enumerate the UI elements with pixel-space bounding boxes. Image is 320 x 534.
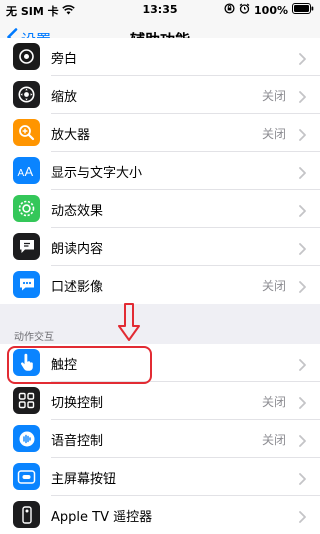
- chevron-right-icon: [299, 202, 306, 221]
- setting-row-voiceover[interactable]: 旁白: [0, 38, 320, 76]
- setting-row-motion[interactable]: 动态效果: [0, 190, 320, 228]
- chevron-right-icon: [299, 508, 306, 527]
- setting-row-audio-description[interactable]: 口述影像 关闭: [0, 266, 320, 304]
- setting-value: 关闭: [261, 433, 286, 447]
- chevron-right-icon: [299, 356, 306, 375]
- setting-label: 语音控制: [51, 434, 104, 449]
- setting-row-apple-tv-remote[interactable]: Apple TV 遥控器: [0, 496, 320, 534]
- text-size-icon: AA: [13, 157, 40, 184]
- voiceover-icon: [13, 43, 40, 70]
- chevron-right-icon: [299, 240, 306, 259]
- audio-description-icon: [13, 271, 40, 298]
- svg-text:A: A: [24, 164, 33, 178]
- orientation-lock-icon: [224, 3, 235, 17]
- setting-value: 关闭: [261, 127, 286, 141]
- section-header-label: 动作交互: [14, 332, 54, 343]
- setting-label: 动态效果: [51, 204, 104, 219]
- zoom-icon: [13, 81, 40, 108]
- setting-row-magnifier[interactable]: 放大器 关闭: [0, 114, 320, 152]
- home-button-icon: [13, 463, 40, 490]
- setting-label: Apple TV 遥控器: [51, 510, 153, 525]
- settings-list: 旁白 缩放 关闭 放大器 关闭 AA 显示与文字大小 动态效果 朗读内容 口述影…: [0, 38, 320, 534]
- annotation-highlight-box: [7, 346, 152, 384]
- section-header: 动作交互: [0, 326, 320, 344]
- chevron-right-icon: [299, 278, 306, 297]
- setting-row-zoom[interactable]: 缩放 关闭: [0, 76, 320, 114]
- setting-label: 朗读内容: [51, 242, 104, 257]
- setting-label: 切换控制: [51, 396, 104, 411]
- setting-value: 关闭: [261, 89, 286, 103]
- chevron-right-icon: [299, 88, 306, 107]
- setting-row-voice-control[interactable]: 语音控制 关闭: [0, 420, 320, 458]
- apple-tv-remote-icon: [13, 501, 40, 528]
- setting-row-display-text-size[interactable]: AA 显示与文字大小: [0, 152, 320, 190]
- setting-label: 主屏幕按钮: [51, 472, 117, 487]
- switch-control-icon: [13, 387, 40, 414]
- vision-group: 旁白 缩放 关闭 放大器 关闭 AA 显示与文字大小 动态效果 朗读内容 口述影…: [0, 38, 320, 304]
- battery-percentage: 100%: [254, 3, 288, 17]
- setting-value: 关闭: [261, 279, 286, 293]
- setting-label: 显示与文字大小: [51, 166, 143, 181]
- voice-control-icon: [13, 425, 40, 452]
- status-bar: 无 SIM 卡 13:35 100%: [0, 0, 320, 20]
- motion-icon: [13, 195, 40, 222]
- setting-label: 旁白: [51, 52, 78, 67]
- chevron-right-icon: [299, 164, 306, 183]
- spoken-content-icon: [13, 233, 40, 260]
- setting-row-switch-control[interactable]: 切换控制 关闭: [0, 382, 320, 420]
- chevron-right-icon: [299, 432, 306, 451]
- chevron-right-icon: [299, 126, 306, 145]
- chevron-right-icon: [299, 50, 306, 69]
- setting-label: 口述影像: [51, 280, 104, 295]
- magnifier-icon: [13, 119, 40, 146]
- battery-icon: [292, 3, 314, 17]
- chevron-right-icon: [299, 470, 306, 489]
- chevron-right-icon: [299, 394, 306, 413]
- alarm-icon: [239, 3, 250, 17]
- setting-label: 放大器: [51, 128, 91, 143]
- setting-label: 缩放: [51, 90, 78, 105]
- annotation-down-arrow-icon: [117, 302, 141, 346]
- setting-value: 关闭: [261, 395, 286, 409]
- setting-row-home-button[interactable]: 主屏幕按钮: [0, 458, 320, 496]
- svg-text:A: A: [17, 168, 24, 178]
- setting-row-spoken-content[interactable]: 朗读内容: [0, 228, 320, 266]
